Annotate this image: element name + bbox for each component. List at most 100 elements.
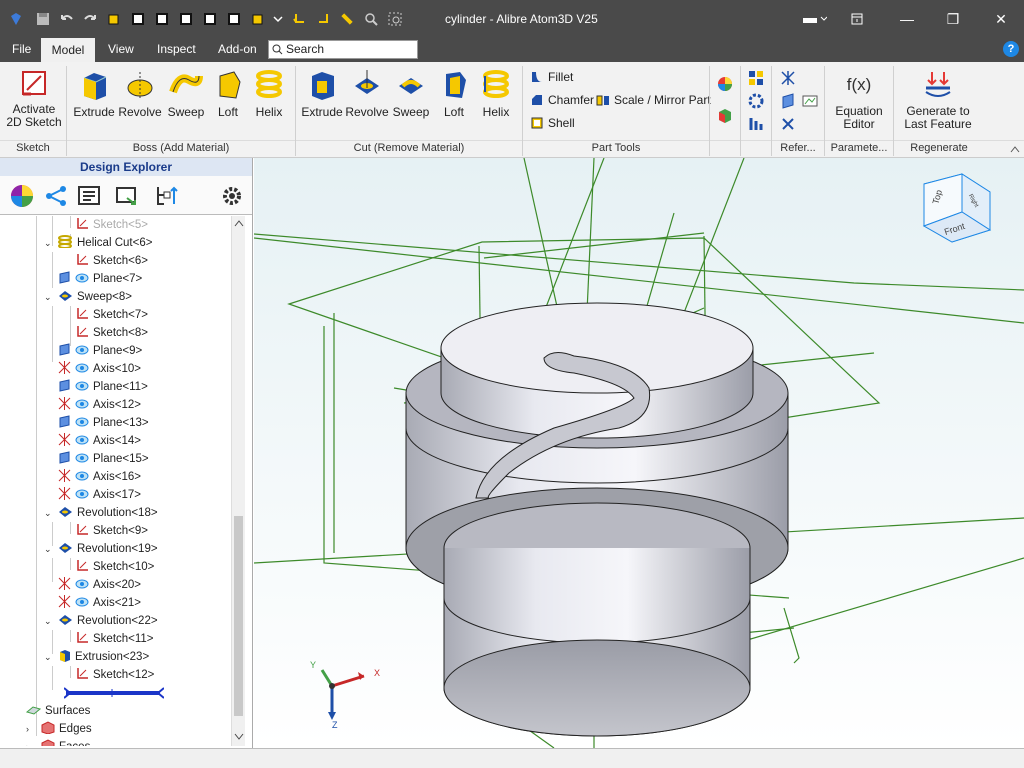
- help-icon[interactable]: ?: [1003, 41, 1019, 57]
- equation-editor-button[interactable]: f(x) Equation Editor: [830, 68, 888, 131]
- tree-node[interactable]: Surfaces: [25, 702, 90, 720]
- zoom-icon[interactable]: [361, 9, 381, 29]
- tree-node[interactable]: Sketch<12>: [76, 666, 154, 684]
- view-right-icon[interactable]: [200, 9, 220, 29]
- arrow-down-left-icon[interactable]: [290, 9, 310, 29]
- align-icon[interactable]: [748, 116, 764, 135]
- view-iso-icon[interactable]: [104, 9, 124, 29]
- tree-node[interactable]: Plane<7>: [58, 270, 142, 288]
- 3d-viewport[interactable]: Top Right Front X Y Z: [253, 157, 1024, 749]
- zoom-window-icon[interactable]: [385, 9, 405, 29]
- tree-node[interactable]: Plane<9>: [58, 342, 142, 360]
- tree-node[interactable]: Sketch<5>: [76, 216, 148, 234]
- close-button[interactable]: ✕: [988, 8, 1014, 30]
- visibility-eye-icon[interactable]: [75, 471, 89, 484]
- display-mode-dropdown[interactable]: [798, 8, 830, 30]
- collapse-chevron-icon[interactable]: ⌄: [44, 292, 54, 303]
- tree-node[interactable]: Axis<14>: [58, 432, 141, 450]
- scale-mirror-button[interactable]: Scale / Mirror Part: [596, 93, 711, 107]
- point-ref-icon[interactable]: [780, 116, 796, 135]
- tree-node[interactable]: Axis<21>: [58, 594, 141, 612]
- activate-2d-sketch-button[interactable]: Activate 2D Sketch: [4, 68, 64, 129]
- collapse-chevron-icon[interactable]: ⌄: [44, 508, 54, 519]
- view-iso-solid-icon[interactable]: [248, 9, 268, 29]
- plane-ref-icon[interactable]: [780, 93, 796, 112]
- cut-sweep-button[interactable]: Sweep: [389, 68, 433, 119]
- explorer-scrollbar[interactable]: [231, 216, 245, 746]
- save-icon[interactable]: [33, 9, 53, 29]
- rollback-bar[interactable]: [63, 687, 165, 699]
- view-back-icon[interactable]: [152, 9, 172, 29]
- tree-node[interactable]: Axis<10>: [58, 360, 141, 378]
- cut-extrude-button[interactable]: Extrude: [300, 68, 344, 119]
- tree-node[interactable]: ⌄ Revolution<19>: [44, 540, 158, 558]
- scrollbar-thumb[interactable]: [234, 516, 243, 716]
- menu-model[interactable]: Model: [41, 38, 95, 62]
- image-ref-icon[interactable]: [802, 93, 818, 112]
- export-view-icon[interactable]: [115, 184, 139, 211]
- visibility-eye-icon[interactable]: [75, 597, 89, 610]
- menu-inspect[interactable]: Inspect: [157, 42, 196, 56]
- visibility-eye-icon[interactable]: [75, 453, 89, 466]
- boss-revolve-button[interactable]: Revolve: [118, 68, 162, 119]
- feature-list-icon[interactable]: [77, 184, 101, 211]
- color-wheel-icon[interactable]: [10, 184, 34, 211]
- collapse-chevron-icon[interactable]: ⌄: [44, 616, 54, 627]
- customize-dropdown-icon[interactable]: [268, 9, 288, 29]
- tree-node[interactable]: Sketch<6>: [76, 252, 148, 270]
- reorder-tree-icon[interactable]: [154, 184, 178, 211]
- collapse-ribbon-icon[interactable]: [1010, 142, 1020, 156]
- tree-node[interactable]: ⌄ Revolution<18>: [44, 504, 158, 522]
- collapse-chevron-icon[interactable]: ⌄: [44, 652, 54, 663]
- menu-view[interactable]: View: [108, 42, 134, 56]
- visibility-eye-icon[interactable]: [75, 489, 89, 502]
- view-cube[interactable]: Top Right Front: [918, 170, 994, 246]
- minimize-button[interactable]: —: [894, 8, 920, 30]
- generate-to-last-feature-button[interactable]: Generate to Last Feature: [898, 68, 978, 131]
- visibility-eye-icon[interactable]: [75, 417, 89, 430]
- part-cylinder[interactable]: [405, 302, 789, 737]
- boss-loft-button[interactable]: Loft: [206, 68, 250, 119]
- visibility-eye-icon[interactable]: [75, 345, 89, 358]
- visibility-eye-icon[interactable]: [75, 381, 89, 394]
- ribbon-display-icon[interactable]: [844, 8, 870, 30]
- tree-node[interactable]: Sketch<10>: [76, 558, 154, 576]
- circular-pattern-icon[interactable]: [748, 93, 764, 112]
- tree-node[interactable]: Axis<17>: [58, 486, 141, 504]
- tree-node[interactable]: Axis<16>: [58, 468, 141, 486]
- cut-loft-button[interactable]: Loft: [433, 68, 475, 119]
- maximize-button[interactable]: ❐: [940, 8, 966, 30]
- boss-sweep-button[interactable]: Sweep: [164, 68, 208, 119]
- pattern-grid-icon[interactable]: [748, 70, 764, 89]
- tree-node[interactable]: ⌄ Sweep<8>: [44, 288, 132, 306]
- material-icon[interactable]: [717, 108, 733, 127]
- visibility-eye-icon[interactable]: [75, 435, 89, 448]
- tree-node[interactable]: › Edges: [26, 720, 92, 738]
- arrow-down-right-icon[interactable]: [313, 9, 333, 29]
- settings-gear-icon[interactable]: [220, 184, 244, 211]
- view-left-icon[interactable]: [176, 9, 196, 29]
- view-top-icon[interactable]: [224, 9, 244, 29]
- expand-chevron-icon[interactable]: ›: [26, 742, 36, 746]
- cut-helix-button[interactable]: Helix: [475, 68, 517, 119]
- scroll-up-icon[interactable]: [233, 218, 245, 230]
- visibility-eye-icon[interactable]: [75, 363, 89, 376]
- view-front-icon[interactable]: [128, 9, 148, 29]
- scroll-down-icon[interactable]: [233, 730, 245, 742]
- tree-node[interactable]: Axis<12>: [58, 396, 141, 414]
- boss-extrude-button[interactable]: Extrude: [72, 68, 116, 119]
- tree-node[interactable]: Plane<11>: [58, 378, 148, 396]
- expand-chevron-icon[interactable]: ›: [26, 724, 36, 734]
- tree-node[interactable]: Plane<13>: [58, 414, 149, 432]
- tree-node[interactable]: ⌄ Helical Cut<6>: [44, 234, 152, 252]
- tree-node[interactable]: Axis<20>: [58, 576, 141, 594]
- dependency-tree-icon[interactable]: [44, 184, 68, 211]
- color-wheel-icon[interactable]: [717, 76, 733, 95]
- undo-icon[interactable]: [57, 9, 77, 29]
- tree-node[interactable]: Sketch<7>: [76, 306, 148, 324]
- fillet-button[interactable]: Fillet: [530, 70, 573, 84]
- tree-node[interactable]: Sketch<9>: [76, 522, 148, 540]
- redo-icon[interactable]: [80, 9, 100, 29]
- visibility-eye-icon[interactable]: [75, 579, 89, 592]
- shell-button[interactable]: Shell: [530, 116, 575, 130]
